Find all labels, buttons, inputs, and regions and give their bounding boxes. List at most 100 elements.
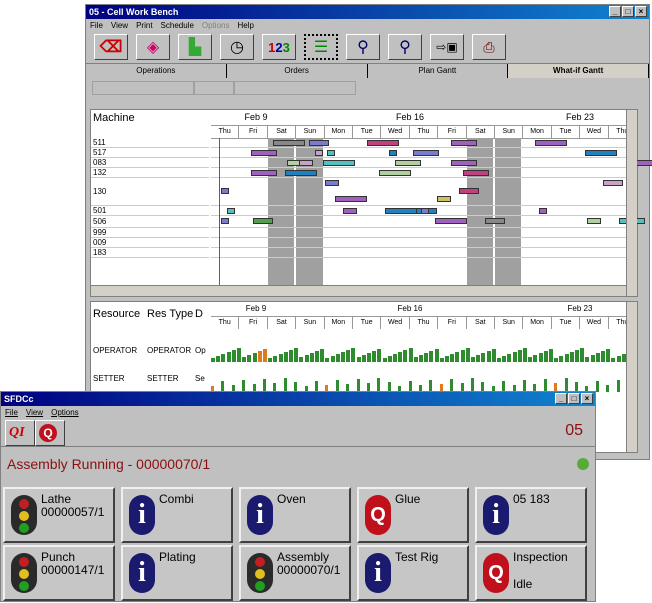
vertical-scrollbar[interactable]: [626, 302, 637, 452]
machine-row-label[interactable]: 506: [91, 216, 209, 228]
cell-button-punch[interactable]: Punch 00000147/1: [3, 545, 115, 601]
operation-bar[interactable]: [273, 140, 305, 146]
filter-field[interactable]: [194, 81, 234, 95]
operation-bar[interactable]: [435, 218, 467, 224]
operation-bar[interactable]: [535, 140, 567, 146]
bucket-button[interactable]: ▙: [178, 34, 212, 60]
maximize-button[interactable]: □: [568, 393, 580, 404]
vertical-scrollbar[interactable]: [626, 110, 637, 296]
operation-bar[interactable]: [251, 150, 277, 156]
operation-bar[interactable]: [485, 218, 505, 224]
machine-row-label[interactable]: 183: [91, 248, 209, 258]
menu-schedule[interactable]: Schedule: [161, 21, 194, 30]
operation-bar[interactable]: [343, 208, 357, 214]
menu-view[interactable]: View: [111, 21, 128, 30]
operation-bar[interactable]: [451, 140, 477, 146]
operation-bar[interactable]: [437, 196, 451, 202]
operator-load-bar: [616, 356, 621, 362]
operation-bar[interactable]: [299, 160, 313, 166]
minimize-button[interactable]: _: [555, 393, 567, 404]
operation-bar[interactable]: [325, 180, 339, 186]
machine-row-label[interactable]: 132: [91, 168, 209, 178]
close-button[interactable]: ×: [581, 393, 593, 404]
cell-button-oven[interactable]: i Oven: [239, 487, 351, 543]
menu-file[interactable]: File: [90, 21, 103, 30]
quality-button[interactable]: Q: [35, 420, 65, 446]
tab-plan-gantt[interactable]: Plan Gantt: [368, 64, 509, 78]
quality-icon: Q: [483, 553, 509, 593]
menu-file[interactable]: File: [5, 408, 18, 417]
day-header: Mon: [523, 126, 552, 138]
operation-bar[interactable]: [389, 150, 397, 156]
operation-bar[interactable]: [585, 150, 617, 156]
cell-button-test-rig[interactable]: i Test Rig: [357, 545, 469, 601]
print-button[interactable]: ⎙: [472, 34, 506, 60]
operation-bar[interactable]: [451, 160, 477, 166]
operation-bar[interactable]: [221, 188, 229, 194]
zoom-in-button[interactable]: ⚲: [346, 34, 380, 60]
operation-bar[interactable]: [379, 170, 411, 176]
operation-bar[interactable]: [385, 208, 417, 214]
filter-field[interactable]: [92, 81, 194, 95]
minimize-button[interactable]: _: [609, 6, 621, 17]
operation-bar[interactable]: [413, 150, 439, 156]
menu-options[interactable]: Options: [202, 21, 230, 30]
operation-bar[interactable]: [221, 218, 229, 224]
operation-bar[interactable]: [459, 188, 479, 194]
clock-button[interactable]: ◷: [220, 34, 254, 60]
operation-bar[interactable]: [463, 170, 489, 176]
operator-load-bar: [601, 351, 605, 362]
operation-bar[interactable]: [253, 218, 273, 224]
operation-bar[interactable]: [335, 196, 367, 202]
tab-orders[interactable]: Orders: [227, 64, 368, 78]
machine-row-label[interactable]: 511: [91, 138, 209, 148]
machine-row-label[interactable]: 130: [91, 178, 209, 206]
operation-bar[interactable]: [395, 160, 421, 166]
filter-field[interactable]: [234, 81, 356, 95]
operation-bar[interactable]: [635, 160, 652, 166]
operation-bar[interactable]: [251, 170, 277, 176]
machine-row-label[interactable]: 501: [91, 206, 209, 216]
cell-button-combi[interactable]: i Combi: [121, 487, 233, 543]
priority-button[interactable]: ◈: [136, 34, 170, 60]
menu-view[interactable]: View: [26, 408, 43, 417]
operation-bar[interactable]: [315, 150, 323, 156]
workbench-titlebar[interactable]: 05 - Cell Work Bench _ □ ×: [86, 5, 649, 19]
menu-help[interactable]: Help: [237, 21, 253, 30]
cell-button-plating[interactable]: i Plating: [121, 545, 233, 601]
cell-button-05-183[interactable]: i 05 183: [475, 487, 587, 543]
workbench-menubar: File View Print Schedule Options Help: [86, 19, 649, 31]
cell-button-glue[interactable]: Q Glue: [357, 487, 469, 543]
zoom-out-button[interactable]: ⚲: [388, 34, 422, 60]
operation-bar[interactable]: [285, 170, 317, 176]
operation-bar[interactable]: [539, 208, 547, 214]
maximize-button[interactable]: □: [622, 6, 634, 17]
close-button[interactable]: ×: [635, 6, 647, 17]
tab-operations[interactable]: Operations: [86, 64, 227, 78]
operation-bar[interactable]: [603, 180, 623, 186]
cell-button-assembly[interactable]: Assembly 00000070/1: [239, 545, 351, 601]
operation-bar[interactable]: [421, 208, 429, 214]
operation-bar[interactable]: [587, 218, 601, 224]
menu-print[interactable]: Print: [136, 21, 152, 30]
sequence-button[interactable]: 123: [262, 34, 296, 60]
operation-bar[interactable]: [323, 160, 355, 166]
operation-bar[interactable]: [367, 140, 399, 146]
save-button[interactable]: ⇨▣: [430, 34, 464, 60]
menu-options[interactable]: Options: [51, 408, 79, 417]
machine-row-label[interactable]: 517: [91, 148, 209, 158]
horizontal-scrollbar[interactable]: [91, 285, 627, 296]
sfdc-titlebar[interactable]: SFDCc _ □ ×: [1, 392, 595, 406]
cell-button-lathe[interactable]: Lathe 00000057/1: [3, 487, 115, 543]
cell-button-inspection[interactable]: Q Idle Inspection: [475, 545, 587, 601]
machine-row-label[interactable]: 999: [91, 228, 209, 238]
operation-bar[interactable]: [327, 150, 335, 156]
machine-row-label[interactable]: 009: [91, 238, 209, 248]
logo-button[interactable]: QI: [5, 420, 35, 446]
operation-bar[interactable]: [309, 140, 329, 146]
operation-bar[interactable]: [227, 208, 235, 214]
tab-whatif-gantt[interactable]: What-if Gantt: [508, 64, 649, 78]
gantt-button[interactable]: ☰: [304, 34, 338, 60]
delete-button[interactable]: ⌫: [94, 34, 128, 60]
machine-row-label[interactable]: 083: [91, 158, 209, 168]
